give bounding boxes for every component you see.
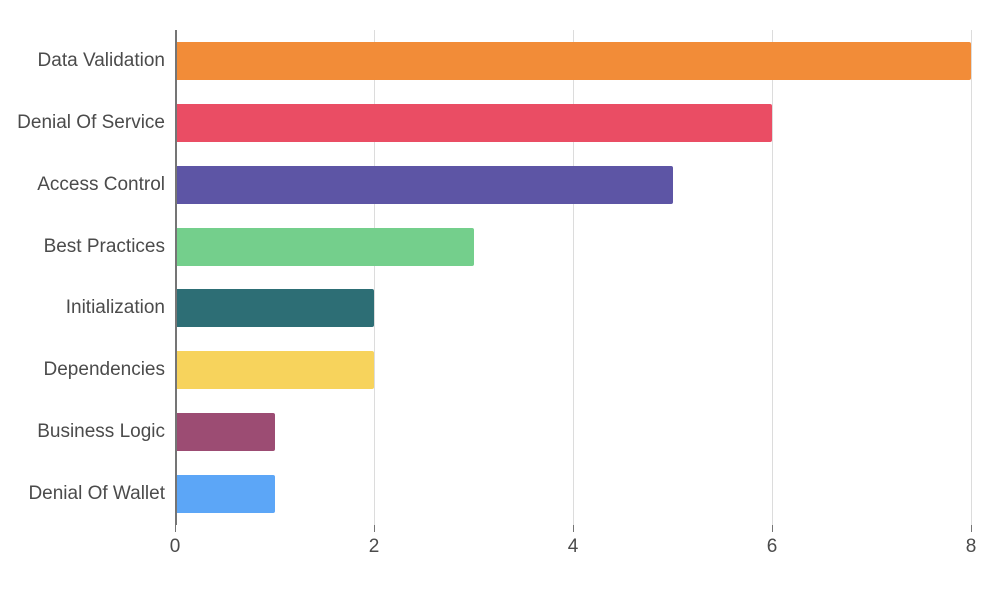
y-tick-label: Business Logic (0, 413, 165, 451)
gridline (772, 30, 773, 525)
x-tick-label: 0 (170, 536, 181, 558)
y-tick-label: Data Validation (0, 42, 165, 80)
y-tick-label: Denial Of Wallet (0, 475, 165, 513)
bar-fill (175, 166, 673, 204)
bar-fill (175, 413, 275, 451)
bar (175, 42, 971, 80)
bar-chart: Data Validation Denial Of Service Access C… (0, 0, 986, 590)
bar (175, 475, 275, 513)
gridline (971, 30, 972, 525)
bar (175, 413, 275, 451)
y-tick-label: Denial Of Service (0, 104, 165, 142)
bar-fill (175, 104, 772, 142)
y-axis-line (175, 30, 177, 525)
y-tick-label: Dependencies (0, 351, 165, 389)
y-tick-label: Initialization (0, 289, 165, 327)
bar (175, 228, 474, 266)
bar (175, 166, 673, 204)
y-tick-label: Best Practices (0, 228, 165, 266)
plot-area (175, 30, 971, 525)
bar (175, 351, 374, 389)
x-tick-mark (971, 525, 972, 532)
bar-fill (175, 475, 275, 513)
y-tick-label: Access Control (0, 166, 165, 204)
x-axis-labels: 02468 (175, 530, 971, 570)
bar (175, 289, 374, 327)
x-tick-label: 6 (767, 536, 778, 558)
y-axis-labels: Data Validation Denial Of Service Access C… (0, 30, 165, 525)
x-tick-label: 2 (369, 536, 380, 558)
bar-fill (175, 289, 374, 327)
bar-fill (175, 42, 971, 80)
bar-fill (175, 351, 374, 389)
bar-fill (175, 228, 474, 266)
bar (175, 104, 772, 142)
x-tick-label: 8 (966, 536, 977, 558)
x-tick-label: 4 (568, 536, 579, 558)
